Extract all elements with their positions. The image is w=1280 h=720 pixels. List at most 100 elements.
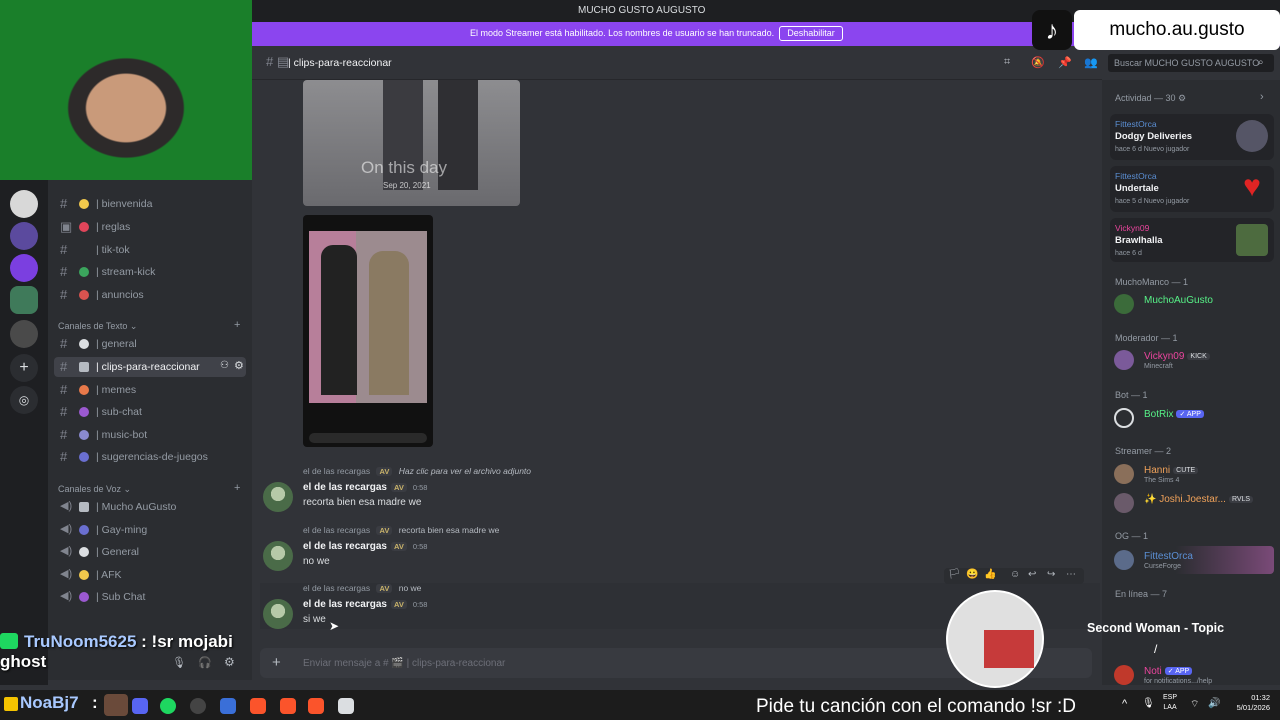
threads-icon[interactable]: ⌗ — [1004, 56, 1018, 68]
message-author[interactable]: el de las recargas AV 0:58 — [303, 541, 427, 552]
channel-tik-tok[interactable]: # | tik-tok — [54, 240, 246, 260]
app-icon[interactable] — [220, 698, 236, 714]
member-item[interactable]: FittestOrca CurseForge — [1114, 548, 1274, 572]
add-reaction-icon[interactable]: ☺ — [1010, 569, 1020, 580]
member-item[interactable]: MuchoAuGusto — [1114, 292, 1274, 316]
streamer-mode-message: El modo Streamer está habilitado. Los no… — [470, 28, 775, 38]
member-item[interactable]: Hanni CUTE The Sims 4 — [1114, 462, 1274, 486]
platform-badge-icon — [0, 633, 18, 649]
create-channel-icon[interactable]: + — [234, 319, 240, 331]
forward-icon[interactable]: ↪ — [1047, 569, 1055, 580]
create-voice-channel-icon[interactable]: + — [234, 482, 240, 494]
search-input[interactable]: Buscar MUCHO GUSTO AUGUSTO — [1108, 54, 1274, 72]
avatar — [1114, 350, 1134, 370]
avatar[interactable] — [263, 599, 293, 629]
category-voice-channels[interactable]: Canales de Voz ⌄ — [58, 484, 131, 495]
author-tag: AV — [390, 600, 407, 609]
channel-memes[interactable]: # | memes — [54, 380, 246, 400]
channel-label: | tik-tok — [96, 244, 130, 256]
reply-author: el de las recargas — [303, 583, 371, 593]
attachment-image-screenshot[interactable] — [303, 215, 433, 447]
message-reply-preview[interactable]: el de las recargas AV recorta bien esa m… — [303, 525, 499, 535]
channel-sugerencias-de-juegos[interactable]: # | sugerencias-de-juegos — [54, 447, 246, 467]
stream-chat-overlay: TruNoom5625 : !sr mojabi ghost — [0, 632, 252, 672]
taskbar: NoaBj7 : Pide tu canción con el comando … — [0, 690, 1280, 720]
message-author[interactable]: el de las recargas AV 0:58 — [303, 599, 427, 610]
channel-label: | sub-chat — [96, 406, 142, 418]
language-indicator[interactable]: ESP LAA — [1163, 693, 1177, 713]
spotify-icon[interactable] — [160, 698, 176, 714]
rules-icon: ▣ — [60, 219, 73, 234]
volume-icon[interactable]: 🔊 — [1208, 698, 1220, 709]
channel-reglas[interactable]: ▣ | reglas — [54, 217, 246, 237]
obs-icon[interactable] — [190, 698, 206, 714]
speaker-icon: ◀) — [60, 500, 73, 512]
channel-clips-para-reaccionar[interactable]: # | clips-para-reaccionar ⚇ ⚙ — [54, 357, 246, 377]
file-icon[interactable] — [338, 698, 354, 714]
game-controller-icon — [79, 525, 89, 535]
voice-channel-gay-ming[interactable]: ◀) | Gay-ming — [54, 520, 246, 540]
server-icon-active[interactable] — [10, 286, 38, 314]
channel-stream-kick[interactable]: # | stream-kick — [54, 262, 246, 282]
discover-icon[interactable]: ◎ — [10, 386, 38, 414]
message-author[interactable]: el de las recargas AV 0:58 — [303, 482, 427, 493]
member-item[interactable]: Vickyn09 KICK Minecraft — [1114, 348, 1274, 372]
server-icon[interactable] — [10, 190, 38, 218]
discord-icon[interactable] — [132, 698, 148, 714]
message-reply-preview[interactable]: el de las recargas AV no we — [303, 583, 421, 593]
channel-label: | music-bot — [96, 429, 148, 441]
channel-anuncios[interactable]: # | anuncios — [54, 285, 246, 305]
pinned-messages-icon[interactable]: 📌 — [1058, 56, 1072, 69]
add-server-icon[interactable]: + — [10, 354, 38, 382]
grin-reaction-icon[interactable]: 😀 — [966, 569, 978, 580]
speaker-icon: ◀) — [60, 590, 73, 602]
heart-icon: ♥ — [1243, 170, 1261, 203]
rainbow-flag-reaction-icon[interactable]: 🏳 — [948, 569, 961, 580]
channel-general[interactable]: # | general — [54, 334, 246, 354]
voice-channel-mucho-augusto[interactable]: ◀) | Mucho AuGusto — [54, 497, 246, 517]
reply-icon[interactable]: ↩ — [1028, 569, 1036, 580]
server-icon[interactable] — [10, 222, 38, 250]
channel-music-bot[interactable]: # | music-bot — [54, 425, 246, 445]
reply-author: el de las recargas — [303, 466, 371, 476]
channel-bienvenida[interactable]: # | bienvenida — [54, 194, 246, 214]
invite-icon[interactable]: ⚇ — [220, 360, 229, 371]
voice-channel-general[interactable]: ◀) | General — [54, 542, 246, 562]
wifi-icon[interactable]: ⌔ — [1190, 698, 1199, 711]
activity-card[interactable]: FittestOrca Undertale hace 5 d Nuevo jug… — [1110, 166, 1274, 212]
brave-icon[interactable] — [280, 698, 296, 714]
server-icon[interactable] — [10, 254, 38, 282]
server-folder-icon[interactable] — [10, 320, 38, 348]
category-text-channels[interactable]: Canales de Texto ⌄ — [58, 321, 137, 332]
disable-streamer-mode-button[interactable]: Deshabilitar — [779, 26, 843, 41]
brave-icon[interactable] — [308, 698, 324, 714]
chevron-right-icon[interactable]: › — [1260, 91, 1264, 103]
channel-title: | clips-para-reaccionar — [288, 57, 392, 69]
game-controller-icon — [79, 452, 89, 462]
member-item[interactable]: BotRix ✓ APP — [1114, 406, 1274, 430]
keyboard-layout: LAA — [1163, 704, 1177, 711]
add-attachment-icon[interactable]: + — [272, 654, 281, 671]
channel-sub-chat[interactable]: # | sub-chat — [54, 402, 246, 422]
attachment-image-on-this-day[interactable]: On this day Sep 20, 2021 — [303, 80, 520, 206]
activity-card[interactable]: Vickyn09 Brawlhalla hace 6 d — [1110, 218, 1274, 262]
gear-icon[interactable]: ⚙ — [234, 359, 244, 372]
taskbar-clock[interactable]: 01:32 5/01/2026 — [1228, 693, 1270, 713]
avatar[interactable] — [263, 541, 293, 571]
member-list-icon[interactable]: 👥 — [1084, 56, 1098, 69]
avatar[interactable] — [263, 482, 293, 512]
language-code: ESP — [1163, 694, 1178, 701]
activity-card[interactable]: FittestOrca Dodgy Deliveries hace 6 d Nu… — [1110, 114, 1274, 160]
brave-icon[interactable] — [250, 698, 266, 714]
voice-channel-sub-chat[interactable]: ◀) | Sub Chat — [54, 587, 246, 607]
author-tag: AV — [390, 542, 407, 551]
thumbs-reaction-icon[interactable]: 👍 — [984, 569, 996, 580]
member-item[interactable]: Noti ✓ APP for notifications.../help — [1114, 663, 1274, 687]
microphone-icon[interactable]: 🎙 — [1142, 698, 1155, 709]
voice-channel-afk[interactable]: ◀) | AFK — [54, 565, 246, 585]
notifications-muted-icon[interactable]: 🔕 — [1031, 56, 1045, 69]
chevron-up-icon[interactable]: ^ — [1122, 698, 1127, 710]
more-options-icon[interactable]: ⋯ — [1066, 569, 1076, 580]
message-reply-preview[interactable]: el de las recargas AV Haz clic para ver … — [303, 466, 531, 476]
member-item[interactable]: ✨ Joshi.Joestar... RVLS — [1114, 491, 1274, 515]
